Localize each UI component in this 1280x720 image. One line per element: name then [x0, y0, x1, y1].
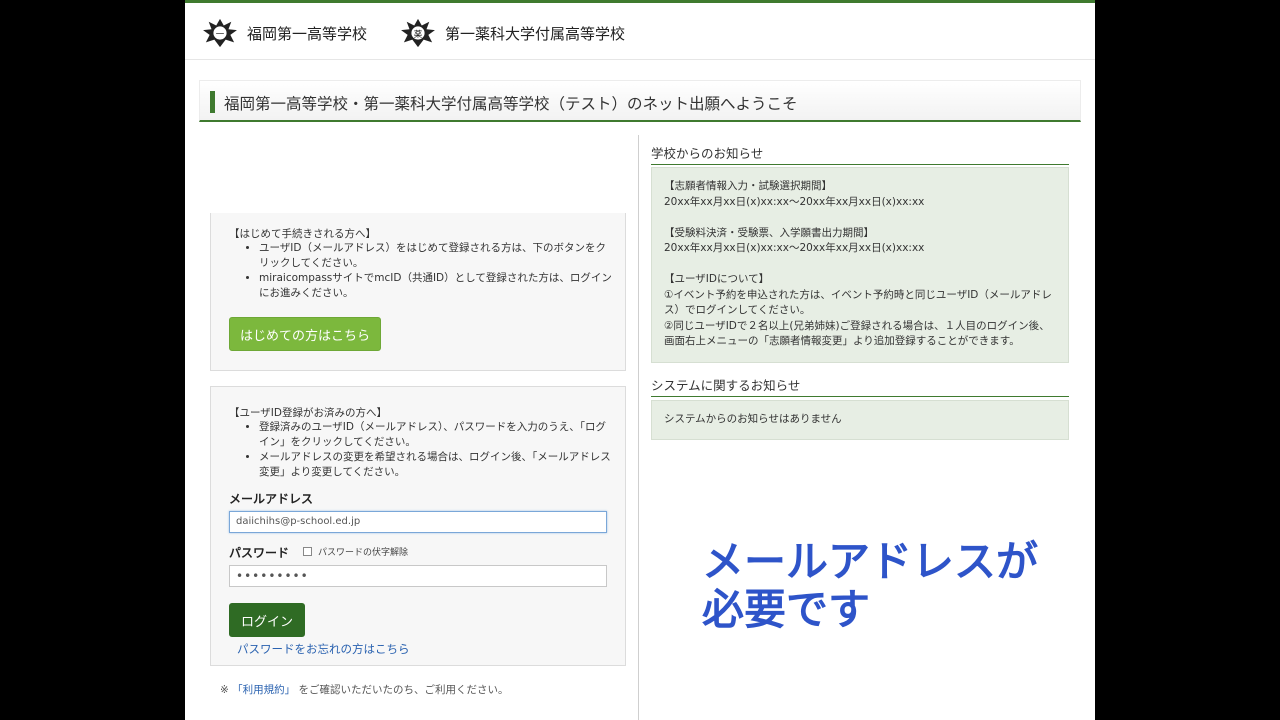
news-line: 20xx年xx月xx日(x)xx:xx～20xx年xx月xx日(x)xx:xx	[664, 195, 925, 208]
list-item: 登録済みのユーザID（メールアドレス）、パスワードを入力のうえ、「ログイン」をク…	[259, 420, 614, 450]
email-field[interactable]: daiichihs@p-school.ed.jp	[229, 511, 607, 533]
title-accent-bar	[210, 91, 215, 113]
caption-line-1: メールアドレスが	[702, 537, 1039, 586]
system-news-title: システムに関するお知らせ	[651, 375, 1069, 397]
forgot-password-link[interactable]: パスワードをお忘れの方はこちら	[237, 641, 410, 657]
terms-link[interactable]: 「利用規約」	[232, 684, 295, 696]
system-news-message: システムからのお知らせはありません	[664, 413, 842, 426]
terms-note: ※ 「利用規約」 をご確認いただいたのち、ご利用ください。	[220, 682, 509, 697]
school-crest-icon: 薬	[401, 18, 435, 48]
login-button[interactable]: ログイン	[229, 603, 305, 637]
news-line: 【志願者情報入力・試験選択期間】	[664, 180, 832, 192]
news-line: 【ユーザIDについて】	[664, 273, 770, 285]
school-name-1: 福岡第一高等学校	[247, 24, 368, 43]
first-time-heading: 【はじめて手続きされる方へ】	[229, 228, 376, 240]
password-label: パスワード	[229, 546, 290, 560]
news-line: 20xx年xx月xx日(x)xx:xx～20xx年xx月xx日(x)xx:xx	[664, 242, 925, 254]
password-reveal-label: パスワードの伏字解除	[318, 548, 409, 558]
school-name-2: 第一薬科大学付属高等学校	[445, 24, 626, 43]
page-title: 福岡第一高等学校・第一薬科大学付属高等学校（テスト）のネット出願へようこそ	[224, 95, 798, 113]
caption-overlay: メールアドレスが 必要です	[702, 538, 1038, 634]
first-time-button[interactable]: はじめての方はこちら	[229, 317, 381, 351]
list-item: メールアドレスの変更を希望される場合は、ログイン後、「メールアドレス変更」より変…	[259, 450, 614, 480]
login-notes: 登録済みのユーザID（メールアドレス）、パスワードを入力のうえ、「ログイン」をク…	[247, 420, 614, 480]
list-item: miraicompassサイトでmcID（共通ID）として登録された方は、ログイ…	[259, 271, 614, 301]
school-brand-2: 薬 第一薬科大学付属高等学校	[399, 17, 625, 49]
news-line: 【受験料決済・受験票、入学願書出力期間】	[664, 226, 874, 239]
svg-text:一: 一	[216, 29, 225, 39]
email-label: メールアドレス	[229, 492, 314, 506]
login-heading: 【ユーザID登録がお済みの方へ】	[229, 407, 387, 419]
column-divider	[638, 135, 639, 720]
school-news-title: 学校からのお知らせ	[651, 143, 1069, 165]
first-time-panel: 【はじめて手続きされる方へ】 ユーザID（メールアドレス）をはじめて登録される方…	[210, 213, 626, 371]
welcome-banner: 福岡第一高等学校・第一薬科大学付属高等学校（テスト）のネット出願へようこそ	[199, 80, 1081, 122]
password-reveal-toggle[interactable]: パスワードの伏字解除	[303, 545, 408, 558]
first-time-notes: ユーザID（メールアドレス）をはじめて登録される方は、下のボタンをクリックしてく…	[247, 241, 614, 301]
terms-suffix: をご確認いただいたのち、ご利用ください。	[298, 684, 509, 696]
school-crest-icon: 一	[203, 18, 237, 48]
svg-text:薬: 薬	[414, 29, 423, 39]
terms-prefix: ※	[220, 684, 229, 696]
news-line: ②同じユーザIDで２名以上(兄弟姉妹)ご登録される場合は、１人目のログイン後、画…	[664, 319, 1050, 348]
login-panel: 【ユーザID登録がお済みの方へ】 登録済みのユーザID（メールアドレス）、パスワ…	[210, 386, 626, 666]
caption-line-2: 必要です	[702, 585, 871, 634]
system-news-box: システムからのお知らせはありません	[651, 400, 1069, 440]
school-news-box: 【志願者情報入力・試験選択期間】 20xx年xx月xx日(x)xx:xx～20x…	[651, 167, 1069, 363]
password-reveal-checkbox[interactable]	[303, 547, 312, 556]
news-line: ①イベント予約を申込された方は、イベント予約時と同じユーザID（メールアドレス）…	[664, 288, 1052, 317]
school-brand-1: 一 福岡第一高等学校	[201, 17, 367, 49]
password-field[interactable]: •••••••••	[229, 565, 607, 587]
list-item: ユーザID（メールアドレス）をはじめて登録される方は、下のボタンをクリックしてく…	[259, 241, 614, 271]
site-header: 一 福岡第一高等学校 薬 第一薬科大学付属高等学校	[185, 0, 1095, 60]
